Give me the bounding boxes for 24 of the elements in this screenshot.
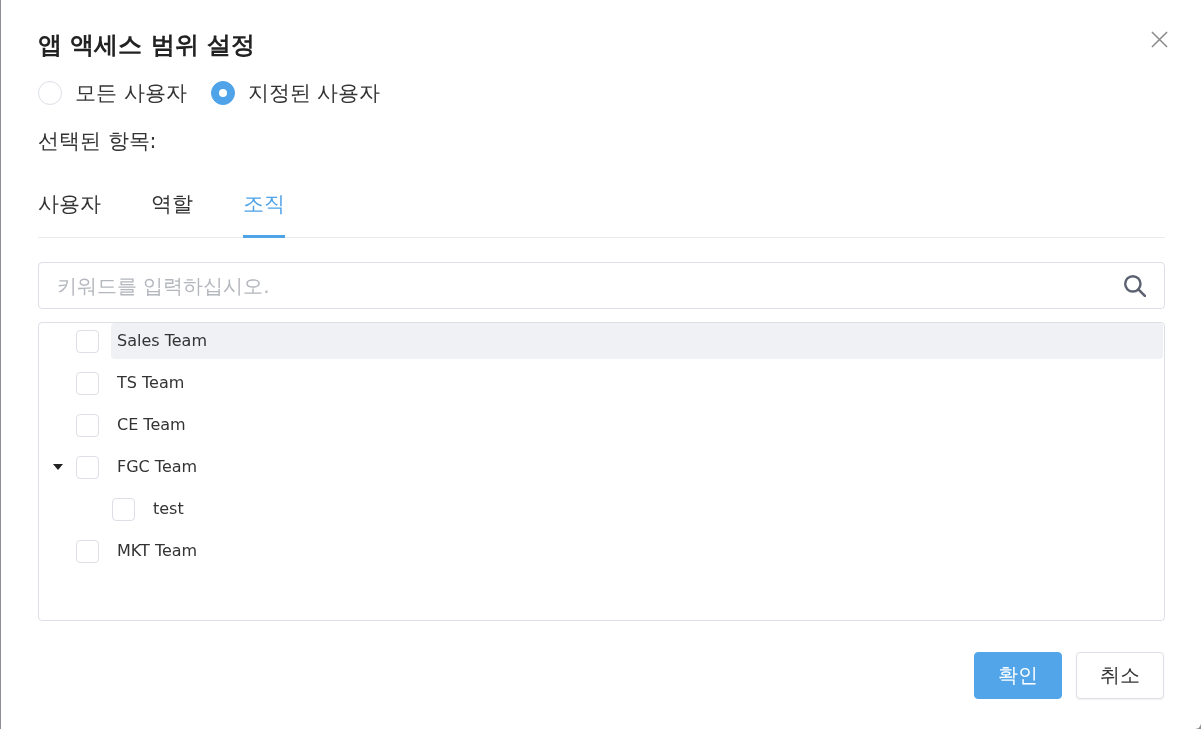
checkbox[interactable]	[76, 539, 99, 563]
tree-node[interactable]: MKT Team	[111, 533, 1163, 569]
search-icon[interactable]	[1123, 274, 1146, 297]
selected-items-label: 선택된 항목:	[38, 128, 157, 154]
radio-button[interactable]	[210, 81, 235, 105]
checkbox[interactable]	[76, 371, 99, 395]
tree-node[interactable]: CE Team	[111, 407, 1163, 443]
close-icon[interactable]	[1151, 31, 1168, 48]
radio-label[interactable]: 지정된 사용자	[247, 80, 381, 106]
tree-node[interactable]: Sales Team	[111, 323, 1163, 359]
dialog-title: 앱 액세스 범위 설정	[38, 31, 256, 59]
tab[interactable]: 역할	[151, 171, 193, 238]
checkbox[interactable]	[76, 413, 99, 437]
tree-node[interactable]: FGC Team	[111, 449, 1163, 485]
tree-node[interactable]: TS Team	[111, 365, 1163, 401]
cancel-button[interactable]: 취소	[1076, 652, 1164, 699]
search-field[interactable]: 키워드를 입력하십시오.	[38, 262, 1165, 309]
checkbox[interactable]	[76, 329, 99, 353]
radio-label[interactable]: 모든 사용자	[75, 80, 187, 106]
tab[interactable]: 사용자	[38, 171, 101, 238]
tree-node[interactable]: test	[147, 491, 1163, 527]
checkbox[interactable]	[112, 497, 135, 521]
checkbox[interactable]	[76, 455, 99, 479]
caret-icon[interactable]	[53, 464, 63, 470]
